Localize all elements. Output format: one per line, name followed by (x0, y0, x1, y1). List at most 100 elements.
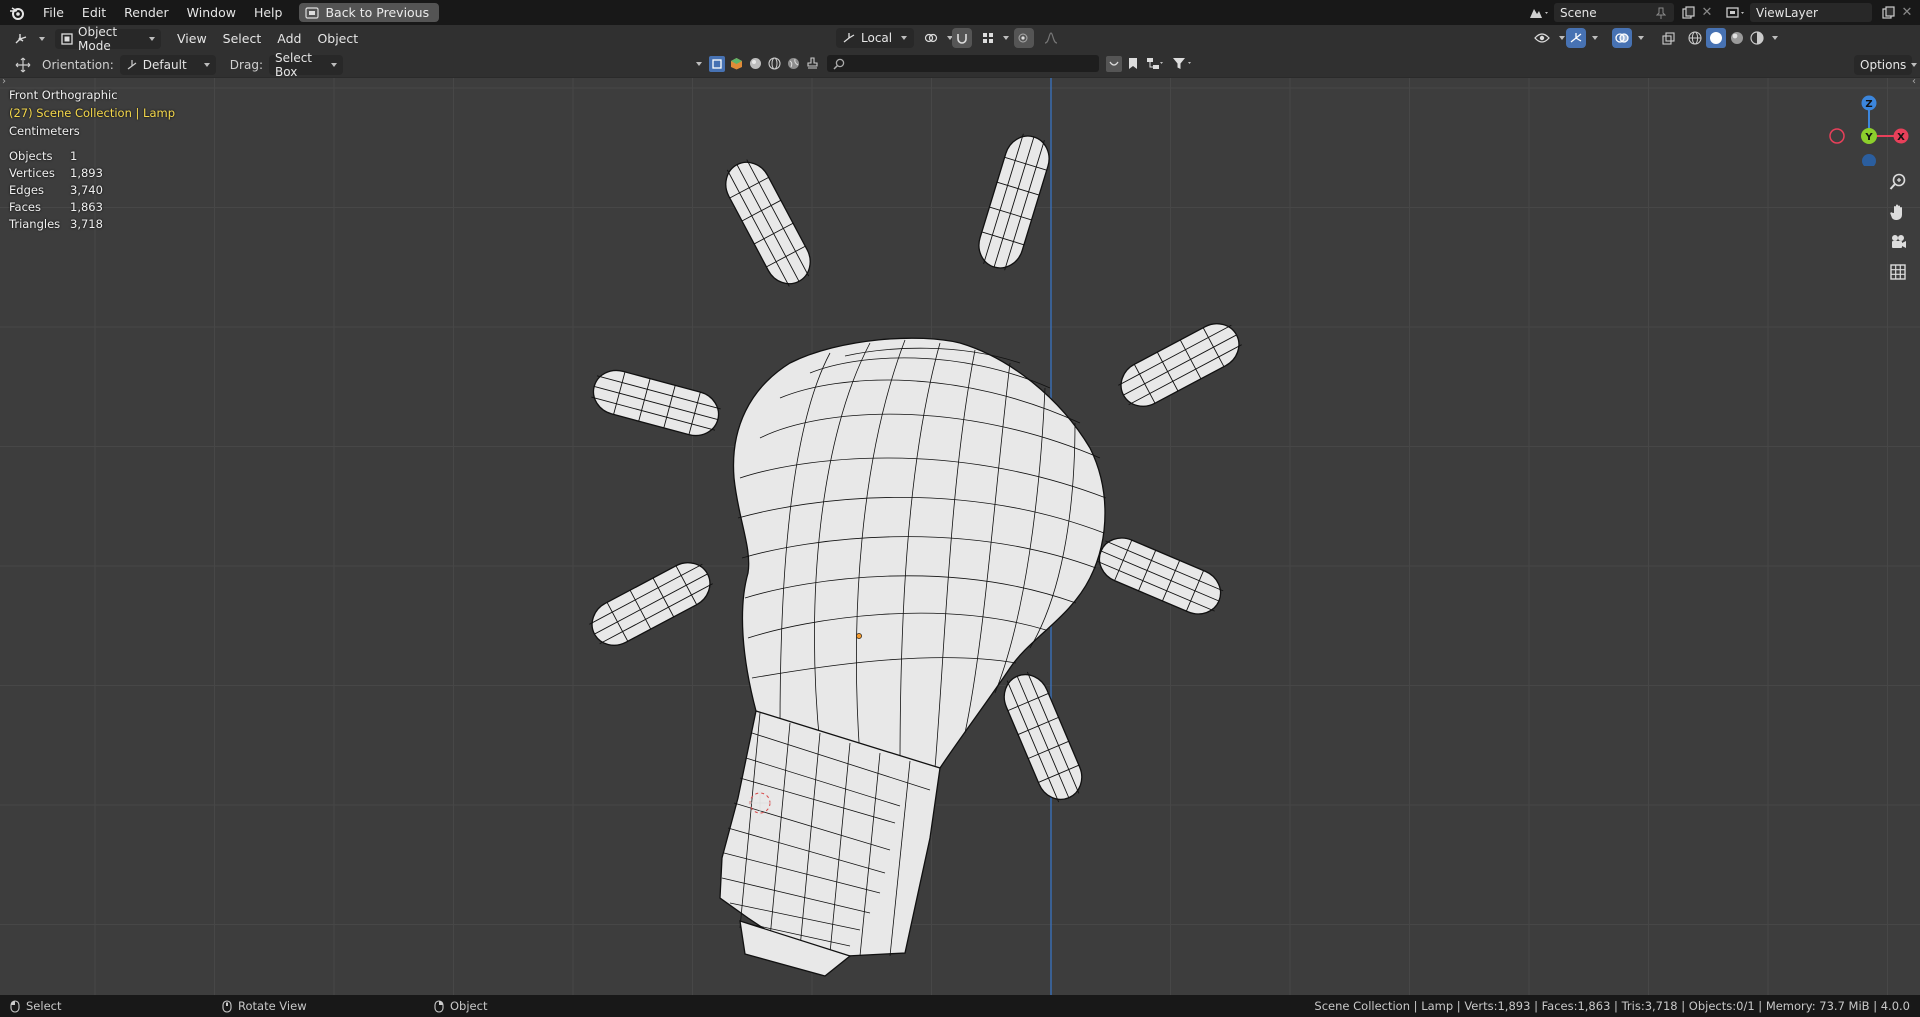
bookmark-icon[interactable] (1125, 57, 1141, 70)
shading-solid-icon[interactable] (1706, 28, 1726, 48)
stat-label: Objects (9, 149, 53, 163)
editor-type-selector[interactable] (10, 29, 49, 49)
search-field[interactable] (827, 55, 1099, 72)
navigation-gizmo[interactable]: Z X Y (1829, 86, 1909, 166)
menu-help[interactable]: Help (245, 0, 292, 25)
gizmo-neg-x[interactable] (1829, 128, 1845, 144)
proportional-edit-icon (1017, 32, 1029, 44)
mode-selector[interactable]: Object Mode (55, 25, 161, 53)
blender-logo-icon[interactable] (0, 0, 34, 25)
selectability-filter-group (692, 55, 1197, 72)
pivot-point-selector[interactable] (918, 28, 953, 48)
proportional-falloff-selector[interactable] (1038, 28, 1068, 48)
status-rotate-label: Rotate View (238, 999, 307, 1013)
viewport-display-controls (1528, 28, 1784, 48)
globe-icon[interactable] (785, 57, 801, 70)
snap-target-selector[interactable] (976, 28, 1009, 48)
scene-statistics: Objects 1 Vertices 1,893 Edges 3,740 Faces 1… (9, 148, 103, 233)
gizmo-dropdown[interactable] (1588, 28, 1604, 48)
scene-icon[interactable] (1524, 6, 1554, 20)
filter-icon[interactable] (1169, 57, 1197, 70)
header-menu-select[interactable]: Select (215, 31, 270, 46)
menu-render[interactable]: Render (115, 0, 178, 25)
zoom-icon[interactable] (1886, 170, 1910, 194)
overlay-icon (1615, 32, 1629, 44)
unit-system: Centimeters (9, 124, 80, 138)
proportional-edit-toggle[interactable] (1014, 28, 1034, 48)
lamp-ray (978, 133, 1050, 271)
menu-file[interactable]: File (34, 0, 73, 25)
snap-toggle[interactable] (952, 28, 972, 48)
header-menu-object[interactable]: Object (309, 31, 366, 46)
shading-dropdown[interactable] (1768, 28, 1784, 48)
transform-controls: Local (836, 28, 1068, 48)
gizmo-neg-z[interactable] (1862, 154, 1876, 166)
stat-row: Faces 1,863 (9, 199, 103, 216)
status-select-label: Select (26, 999, 62, 1013)
stat-value: 1,893 (70, 166, 103, 180)
back-to-previous-button[interactable]: Back to Previous (299, 3, 440, 22)
delete-scene-icon[interactable]: ✕ (1698, 5, 1716, 20)
viewlayer-icon[interactable] (1722, 6, 1750, 20)
overlay-dropdown[interactable] (1634, 28, 1650, 48)
gizmo-toggle[interactable] (1566, 28, 1586, 48)
top-menubar: File Edit Render Window Help Back to Pre… (0, 0, 1920, 25)
shading-rendered-icon[interactable] (1748, 31, 1766, 45)
shading-wireframe-icon[interactable] (1686, 31, 1704, 45)
sphere-icon[interactable] (747, 57, 763, 70)
viewport-canvas (0, 78, 1920, 995)
visibility-selector[interactable] (1528, 28, 1565, 48)
menu-edit[interactable]: Edit (73, 0, 115, 25)
delete-viewlayer-icon[interactable]: ✕ (1898, 5, 1916, 20)
shading-mode-group (1686, 28, 1784, 48)
hierarchy-icon[interactable] (1144, 57, 1166, 70)
move-tool-icon[interactable] (14, 57, 32, 73)
mouse-left-icon (10, 999, 20, 1013)
lamp-ray (1096, 537, 1224, 615)
xray-toggle[interactable] (1658, 28, 1680, 48)
menu-window[interactable]: Window (178, 0, 245, 25)
new-scene-icon[interactable] (1678, 6, 1698, 19)
stat-value: 1 (70, 149, 78, 163)
viewlayer-name-field[interactable]: ViewLayer (1750, 3, 1872, 22)
orientation-label: Orientation: (42, 57, 114, 72)
orientation-value: Default (142, 57, 187, 72)
pivot-point-icon (924, 32, 938, 44)
options-dropdown[interactable]: Options (1854, 55, 1918, 75)
toolbar-toggle-icon[interactable]: › (2, 78, 6, 87)
overlay-toggle[interactable] (1612, 28, 1632, 48)
object-type-icon[interactable] (728, 57, 744, 70)
object-origin (856, 633, 862, 639)
filter-mode-icon[interactable] (1106, 55, 1122, 72)
header-menu-view[interactable]: View (169, 31, 215, 46)
status-object-hint: Object (434, 999, 487, 1013)
mode-label: Object Mode (78, 24, 118, 53)
3d-viewport[interactable]: Front Orthographic (27) Scene Collection… (0, 78, 1920, 995)
search-icon (833, 58, 845, 70)
sidebar-toggle-icon[interactable]: ‹ (1912, 78, 1916, 87)
new-viewlayer-icon[interactable] (1878, 6, 1898, 19)
orientation-selector[interactable]: Default (119, 54, 216, 75)
editor-type-icon (14, 32, 30, 46)
select-mode-icon[interactable] (709, 55, 725, 72)
shading-material-icon[interactable] (1728, 31, 1746, 45)
world-icon[interactable] (766, 57, 782, 70)
lamp-mesh[interactable] (584, 131, 1247, 977)
grid-ortho-icon[interactable] (1886, 260, 1910, 284)
pin-icon[interactable] (1650, 7, 1672, 19)
chevron-down-icon (1592, 36, 1598, 40)
drag-label: Drag: (229, 57, 263, 72)
mouse-middle-icon (222, 999, 232, 1013)
camera-icon[interactable] (1886, 230, 1910, 254)
chevron-down-icon[interactable] (696, 61, 702, 66)
drag-selector[interactable]: Select Box (268, 51, 343, 79)
pivot-label: Local (861, 31, 893, 45)
pan-hand-icon[interactable] (1886, 200, 1910, 224)
header-menu-add[interactable]: Add (269, 31, 309, 46)
xray-icon (1662, 31, 1675, 45)
chevron-down-icon (330, 62, 337, 67)
chevron-down-icon (149, 36, 155, 41)
transform-orientation-selector[interactable]: Local (836, 28, 914, 48)
stamp-icon[interactable] (804, 57, 820, 70)
stat-row: Objects 1 (9, 148, 103, 165)
